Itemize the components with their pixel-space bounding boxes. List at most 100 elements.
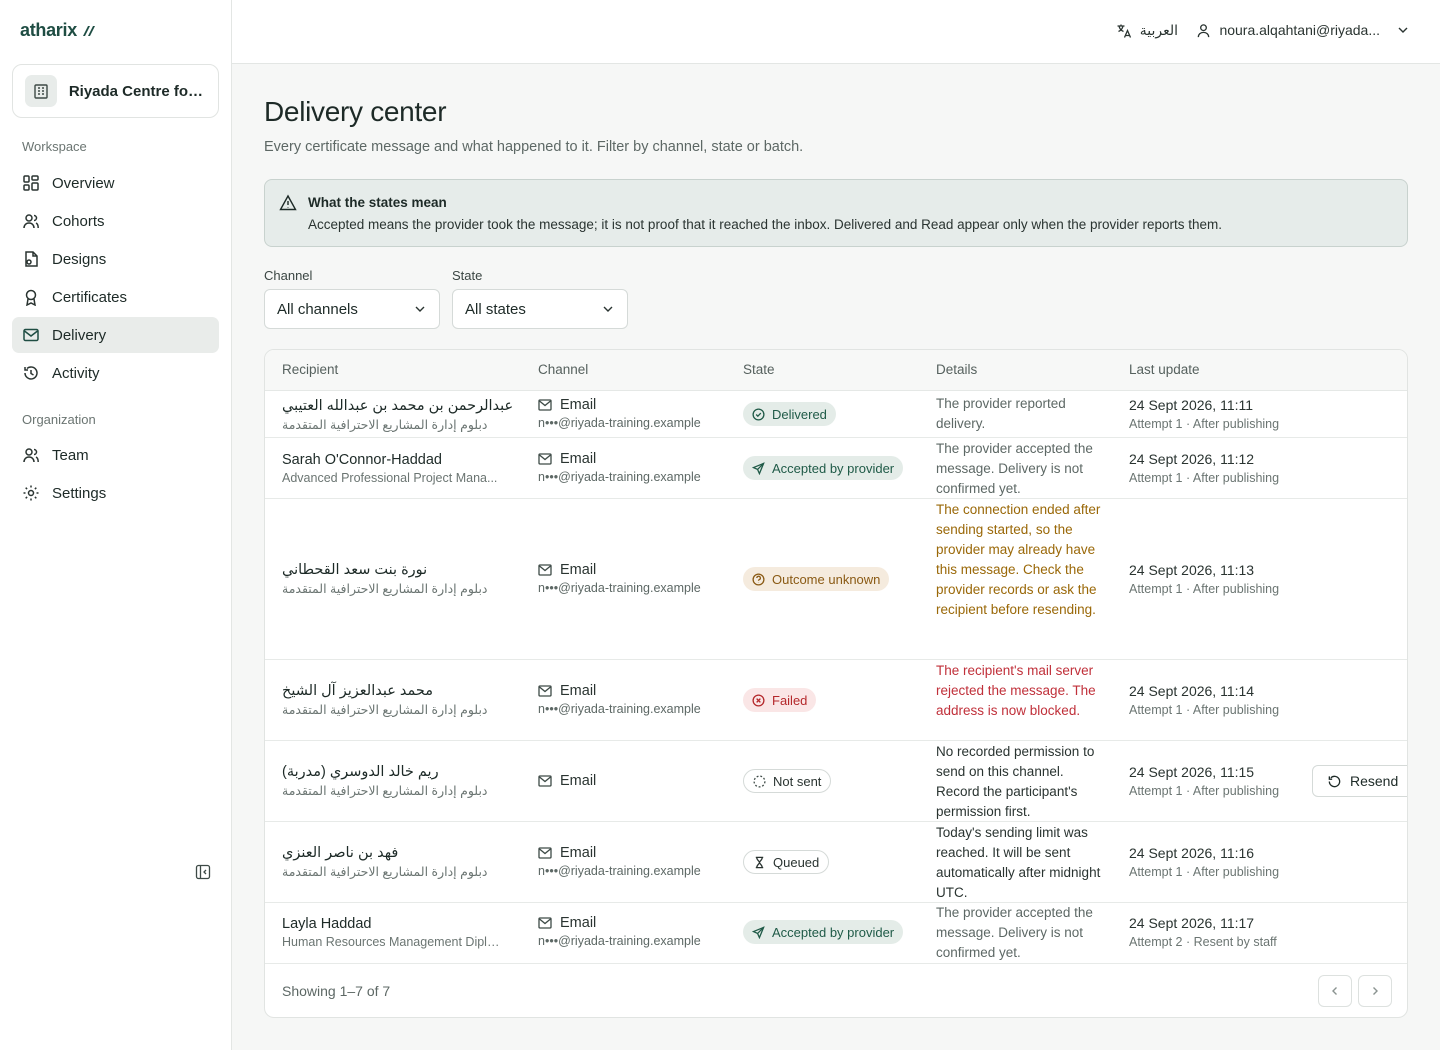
header-state: State	[743, 362, 775, 377]
mail-icon	[538, 453, 552, 465]
sidebar-item-designs[interactable]: Designs	[12, 241, 219, 277]
channel-select[interactable]: All channels	[264, 289, 440, 329]
sidebar-item-activity[interactable]: Activity	[12, 355, 219, 391]
pagination-summary: Showing 1–7 of 7	[282, 983, 391, 999]
recipient-cell: محمد عبدالعزيز آل الشيخ دبلوم إدارة المش…	[282, 683, 504, 717]
users-icon	[23, 214, 39, 229]
details-text: The provider accepted the message. Deliv…	[936, 441, 1093, 496]
sidebar-item-label: Certificates	[52, 288, 128, 306]
table-row[interactable]: ريم خالد الدوسري (مدربة) دبلوم إدارة الم…	[265, 741, 1407, 822]
state-cell: Failed	[743, 688, 817, 712]
channel-name: Email	[560, 773, 597, 789]
hourglass-icon	[755, 856, 764, 868]
status-badge: Failed	[743, 688, 817, 712]
org-name: Riyada Centre for ...	[68, 82, 206, 100]
table-row[interactable]: محمد عبدالعزيز آل الشيخ دبلوم إدارة المش…	[265, 660, 1407, 741]
attempt-info: Attempt 1 · After publishing	[1129, 471, 1280, 485]
channel-address: n•••@riyada-training.example	[538, 864, 701, 878]
channel-address: n•••@riyada-training.example	[538, 470, 701, 484]
x-circle-icon	[752, 693, 765, 707]
org-switcher[interactable]: Riyada Centre for ...	[12, 64, 219, 118]
gear-icon	[23, 485, 39, 501]
sidebar-item-team[interactable]: Team	[12, 437, 219, 473]
resend-button[interactable]: Resend	[1312, 765, 1407, 797]
notice-body: Accepted means the provider took the mes…	[308, 217, 1223, 232]
state-select[interactable]: All states	[452, 289, 628, 329]
brand-logo[interactable]: atharix	[20, 20, 95, 41]
state-cell: Accepted by provider	[743, 920, 904, 944]
sidebar-item-overview[interactable]: Overview	[12, 165, 219, 201]
delivery-table: Recipient Channel State Details Last upd…	[264, 349, 1408, 1018]
last-update-date: 24 Sept 2026, 11:13	[1129, 562, 1255, 578]
details-text: No recorded permission to send on this c…	[936, 744, 1095, 819]
next-page-button[interactable]	[1358, 975, 1392, 1007]
channel-name: Email	[560, 915, 597, 931]
sidebar-item-label: Delivery	[52, 326, 107, 344]
attempt-info: Attempt 1 · After publishing	[1129, 865, 1280, 879]
mail-icon	[538, 399, 552, 411]
status-label: Delivered	[772, 406, 827, 422]
mail-icon	[538, 564, 552, 576]
mail-icon	[23, 328, 39, 342]
question-circle-icon	[752, 572, 765, 586]
mail-icon	[538, 685, 552, 697]
recipient-cell: ريم خالد الدوسري (مدربة) دبلوم إدارة الم…	[282, 764, 504, 798]
recipient-name: Layla Haddad	[282, 916, 372, 932]
sidebar-item-delivery[interactable]: Delivery	[12, 317, 219, 353]
channel-address: n•••@riyada-training.example	[538, 416, 701, 430]
channel-name: Email	[560, 451, 597, 467]
status-badge: Accepted by provider	[743, 920, 904, 944]
last-update-date: 24 Sept 2026, 11:11	[1129, 397, 1254, 413]
user-icon	[1198, 23, 1210, 37]
header-recipient: Recipient	[282, 362, 339, 377]
status-label: Outcome unknown	[772, 571, 881, 587]
sidebar-item-label: Overview	[52, 174, 115, 192]
notice-title: What the states mean	[308, 195, 447, 210]
last-update-date: 24 Sept 2026, 11:17	[1129, 915, 1255, 931]
sidebar-item-settings[interactable]: Settings	[12, 475, 219, 511]
language-label: العربية	[1139, 22, 1178, 38]
table-row[interactable]: Layla Haddad Human Resources Management …	[265, 903, 1407, 964]
recipient-program: دبلوم إدارة المشاريع الاحترافية المتقدمة	[282, 582, 488, 596]
state-cell: Accepted by provider	[743, 456, 904, 480]
recipient-program: Advanced Professional Project Mana...	[282, 471, 498, 485]
users-icon	[23, 448, 39, 463]
table-row[interactable]: Sarah O'Connor-Haddad Advanced Professio…	[265, 438, 1407, 499]
recipient-cell: Layla Haddad Human Resources Management …	[282, 916, 504, 949]
history-icon	[24, 366, 38, 380]
channel-address: n•••@riyada-training.example	[538, 702, 701, 716]
sidebar-item-label: Cohorts	[52, 212, 105, 230]
recipient-cell: نورة بنت سعد القحطاني دبلوم إدارة المشار…	[282, 562, 504, 596]
last-update-date: 24 Sept 2026, 11:14	[1129, 683, 1255, 699]
file-design-icon	[25, 251, 38, 267]
header-last-update: Last update	[1129, 362, 1200, 377]
sidebar: atharix Riyada Centre for ... Workspace …	[0, 0, 232, 1050]
state-filter-label: State	[452, 268, 483, 283]
attempt-info: Attempt 1 · After publishing	[1129, 417, 1280, 431]
header-channel: Channel	[538, 362, 589, 377]
send-icon	[752, 461, 765, 475]
language-switcher[interactable]: العربية	[1116, 22, 1178, 39]
resend-label: Resend	[1350, 773, 1399, 789]
user-menu[interactable]: noura.alqahtani@riyada...	[1196, 22, 1410, 38]
recipient-program: دبلوم إدارة المشاريع الاحترافية المتقدمة	[282, 784, 488, 798]
grid-icon	[23, 175, 39, 191]
table-row[interactable]: عبدالرحمن بن محمد بن عبدالله العتيبي دبل…	[265, 391, 1407, 438]
last-update-date: 24 Sept 2026, 11:12	[1129, 451, 1255, 467]
channel-cell: Email n•••@riyada-training.example	[538, 845, 701, 878]
collapse-sidebar-icon[interactable]	[195, 864, 211, 880]
table-row[interactable]: فهد بن ناصر العنزي دبلوم إدارة المشاريع …	[265, 822, 1407, 903]
last-update-cell: 24 Sept 2026, 11:17 Attempt 2 · Resent b…	[1129, 915, 1277, 949]
recipient-name: عبدالرحمن بن محمد بن عبدالله العتيبي	[282, 398, 514, 414]
table-row[interactable]: نورة بنت سعد القحطاني دبلوم إدارة المشار…	[265, 499, 1407, 660]
status-badge: Outcome unknown	[743, 567, 890, 591]
details-text: The provider accepted the message. Deliv…	[936, 905, 1093, 960]
sidebar-item-certificates[interactable]: Certificates	[12, 279, 219, 315]
recipient-name: نورة بنت سعد القحطاني	[282, 562, 428, 578]
workspace-section-label: Workspace	[22, 139, 87, 154]
prev-page-button[interactable]	[1318, 975, 1352, 1007]
sidebar-item-cohorts[interactable]: Cohorts	[12, 203, 219, 239]
dashed-circle-icon	[753, 774, 766, 788]
warning-icon	[279, 194, 297, 211]
last-update-cell: 24 Sept 2026, 11:11 Attempt 1 · After pu…	[1129, 397, 1279, 431]
